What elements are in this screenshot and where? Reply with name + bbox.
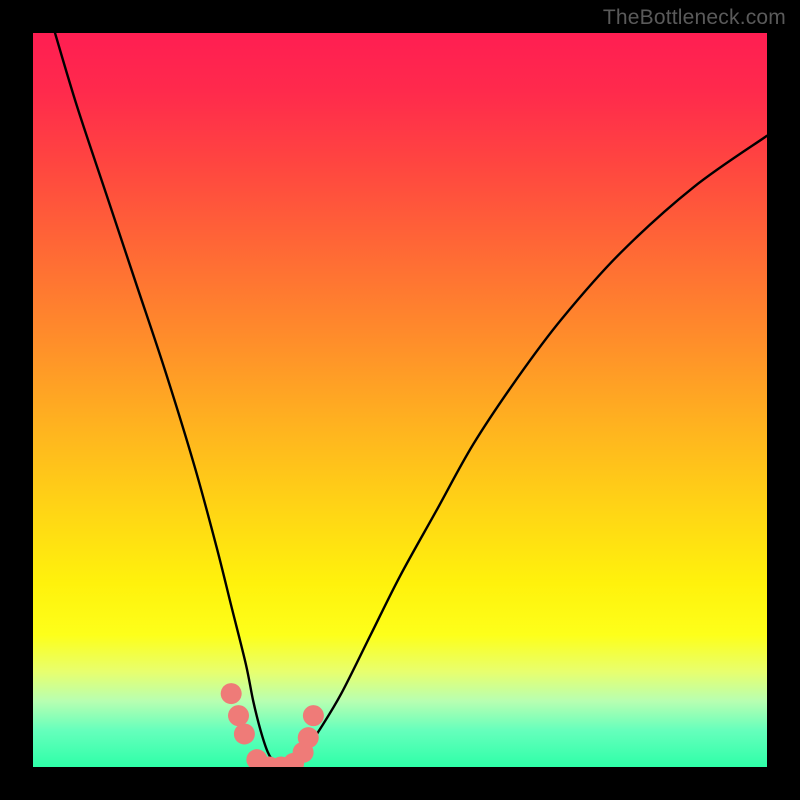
highlight-dots-group [221,683,324,767]
main-curve-path [55,33,767,767]
watermark-text: TheBottleneck.com [603,6,786,30]
highlight-dot [228,705,249,726]
highlight-dot [298,727,319,748]
highlight-dot [234,723,255,744]
plot-area [33,33,767,767]
highlight-dot [303,705,324,726]
chart-svg [33,33,767,767]
highlight-dot [221,683,242,704]
